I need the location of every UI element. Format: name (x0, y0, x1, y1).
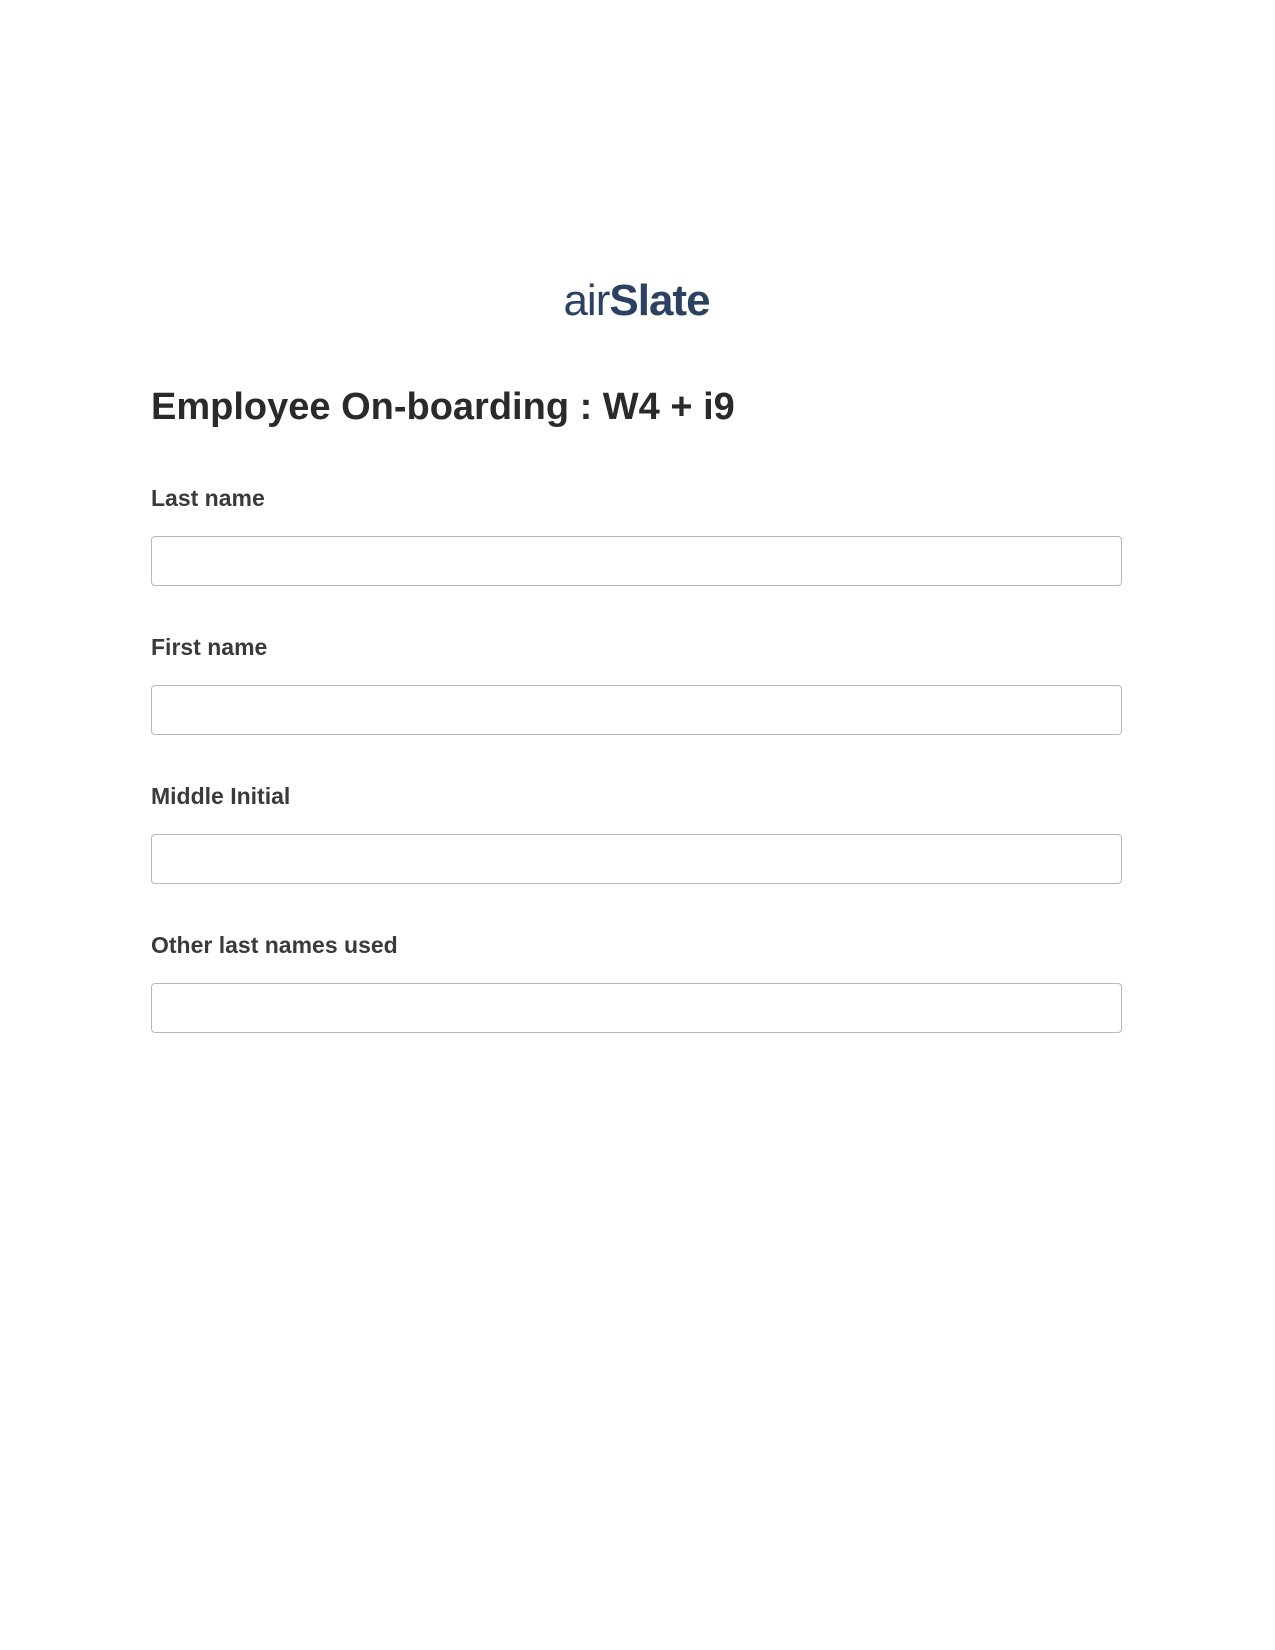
other-last-names-input[interactable] (151, 983, 1122, 1033)
logo-text-air: air (563, 276, 609, 325)
form-group-middle-initial: Middle Initial (151, 783, 1122, 884)
logo-text-slate: Slate (609, 276, 709, 325)
page-title: Employee On-boarding : W4 + i9 (151, 386, 1122, 429)
last-name-input[interactable] (151, 536, 1122, 586)
middle-initial-label: Middle Initial (151, 783, 1122, 810)
airslate-logo: airSlate (563, 276, 709, 326)
first-name-input[interactable] (151, 685, 1122, 735)
form-container: airSlate Employee On-boarding : W4 + i9 … (151, 386, 1122, 1081)
form-group-other-last-names: Other last names used (151, 932, 1122, 1033)
last-name-label: Last name (151, 485, 1122, 512)
form-group-first-name: First name (151, 634, 1122, 735)
middle-initial-input[interactable] (151, 834, 1122, 884)
first-name-label: First name (151, 634, 1122, 661)
other-last-names-label: Other last names used (151, 932, 1122, 959)
form-group-last-name: Last name (151, 485, 1122, 586)
